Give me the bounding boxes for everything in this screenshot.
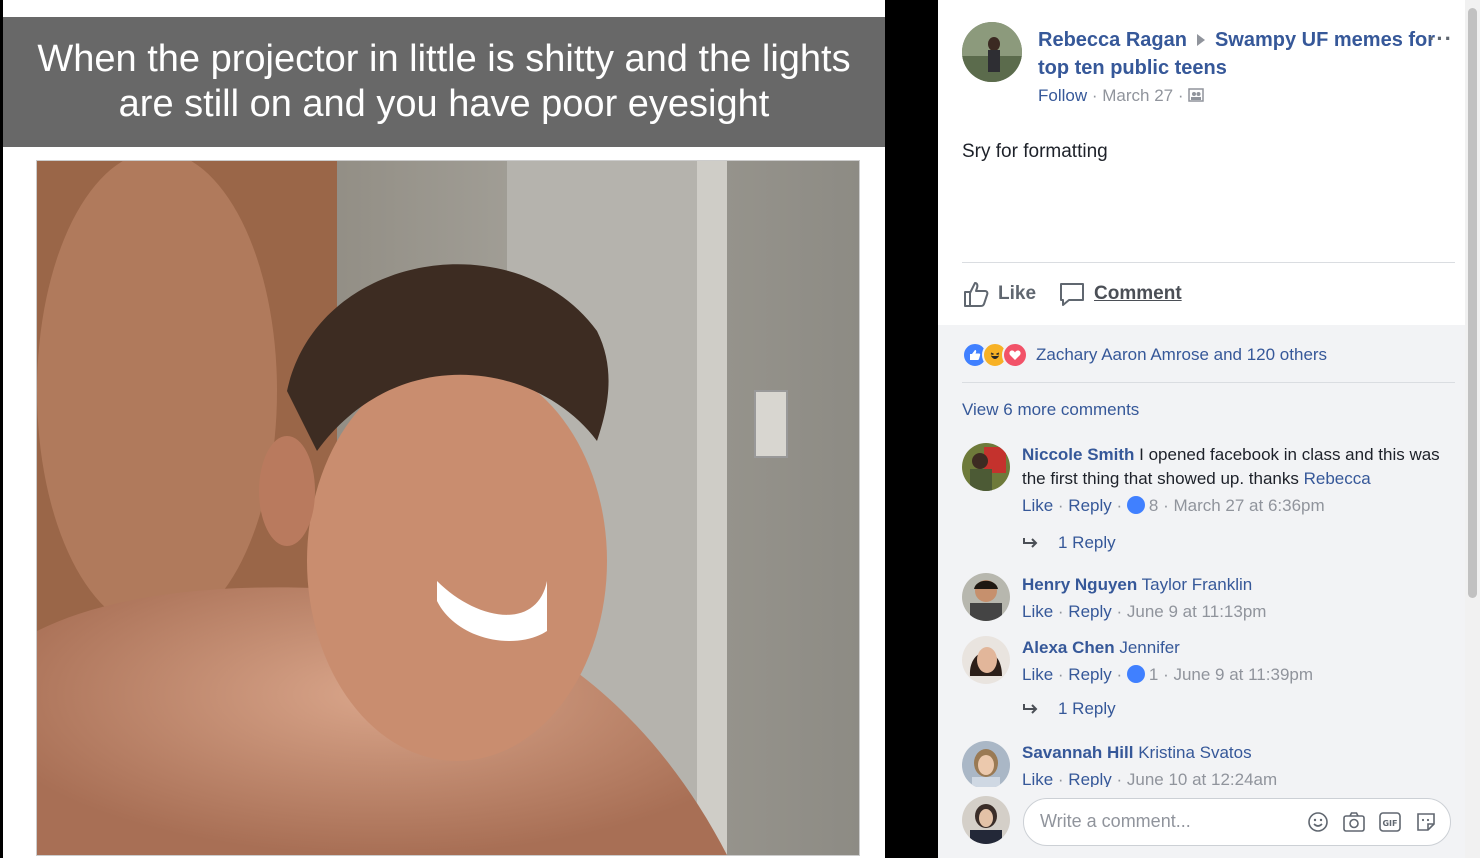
gif-icon[interactable]: GIF <box>1378 810 1402 834</box>
sticker-icon[interactable] <box>1414 810 1438 834</box>
reaction-summary-text: Zachary Aaron Amrose and 120 others <box>1036 345 1328 364</box>
svg-text:GIF: GIF <box>1382 819 1397 828</box>
view-more-comments-link[interactable]: View 6 more comments <box>962 400 1139 420</box>
comment-like-link[interactable]: Like <box>1022 665 1053 684</box>
comment-like-link[interactable]: Like <box>1022 770 1053 787</box>
comment-like-count[interactable]: 1 <box>1149 665 1158 684</box>
comment-label: Comment <box>1094 283 1182 304</box>
comment-button[interactable]: Comment <box>1058 280 1182 308</box>
comment-time[interactable]: June 10 at 12:24am <box>1127 770 1277 787</box>
comment-author[interactable]: Niccole Smith <box>1022 445 1134 464</box>
comment-tag[interactable]: Kristina Svatos <box>1138 743 1251 762</box>
comment-input[interactable] <box>1038 810 1302 833</box>
commenter-avatar[interactable] <box>962 741 1010 787</box>
author-avatar[interactable] <box>962 22 1022 82</box>
comment-reply-link[interactable]: Reply <box>1068 665 1111 684</box>
comment-meta: Like · Reply · June 9 at 11:13pm <box>1022 602 1267 621</box>
commenter-avatar[interactable] <box>962 573 1010 621</box>
camera-icon[interactable] <box>1342 810 1366 834</box>
more-options-icon[interactable]: ··· <box>1428 26 1453 52</box>
action-bar: Like Comment <box>962 274 1204 314</box>
comment-item: Alexa Chen Jennifer Like · Reply · 1 · J… <box>962 636 1432 736</box>
divider <box>962 262 1455 263</box>
comment-composer: GIF <box>962 796 1462 850</box>
post-meta: Follow · March 27 · <box>1038 86 1204 106</box>
comment-icon <box>1060 283 1085 306</box>
comment-tag[interactable]: Taylor Franklin <box>1142 575 1253 594</box>
love-reaction-icon <box>1002 342 1028 368</box>
replies-link[interactable]: 1 Reply <box>1022 533 1116 553</box>
like-count-icon <box>1126 495 1145 514</box>
comment-meta: Like · Reply · 1 · June 9 at 11:39pm <box>1022 664 1314 684</box>
comment-author[interactable]: Savannah Hill <box>1022 743 1133 762</box>
replies-count: 1 Reply <box>1058 533 1116 552</box>
emoji-icon[interactable] <box>1306 810 1330 834</box>
comment-time[interactable]: June 9 at 11:39pm <box>1173 665 1313 684</box>
replies-count: 1 Reply <box>1058 699 1116 718</box>
comment-author[interactable]: Henry Nguyen <box>1022 575 1137 594</box>
comment-like-count[interactable]: 8 <box>1149 496 1158 515</box>
commenter-avatar[interactable] <box>962 443 1010 491</box>
reply-arrow-icon <box>1023 538 1038 548</box>
meme-caption-line-2: are still on and you have poor eyesight <box>118 83 770 125</box>
scrollbar-thumb[interactable] <box>1468 8 1477 598</box>
like-button[interactable]: Like <box>962 280 1036 308</box>
group-audience-icon <box>1188 86 1204 105</box>
comment-reply-link[interactable]: Reply <box>1068 496 1111 515</box>
like-count-icon <box>1126 664 1145 683</box>
comment-like-link[interactable]: Like <box>1022 496 1053 515</box>
photo-viewer: When the projector in little is shitty a… <box>0 0 938 858</box>
comment-reply-link[interactable]: Reply <box>1068 770 1111 787</box>
author-name[interactable]: Rebecca Ragan <box>1038 29 1187 51</box>
thumbs-up-icon <box>964 282 989 307</box>
scrollbar[interactable] <box>1465 0 1480 858</box>
comment-tag[interactable]: Jennifer <box>1119 638 1179 657</box>
comment-input-box[interactable]: GIF <box>1023 798 1451 846</box>
comment-meta: Like · Reply · June 10 at 12:24am <box>1022 770 1278 787</box>
arrow-right-icon <box>1196 33 1205 46</box>
comment-item: Henry Nguyen Taylor Franklin Like · Repl… <box>962 573 1432 633</box>
commenter-avatar[interactable] <box>962 636 1010 684</box>
comment-time[interactable]: June 9 at 11:13pm <box>1127 602 1267 621</box>
comment-tag[interactable]: Rebecca <box>1304 469 1371 488</box>
meme-caption-line-1: When the projector in little is shitty a… <box>37 38 851 80</box>
divider <box>962 382 1455 383</box>
meme-image[interactable]: When the projector in little is shitty a… <box>3 0 885 858</box>
reply-arrow-icon <box>1023 704 1038 714</box>
follow-link[interactable]: Follow <box>1038 86 1087 105</box>
comments-section: Zachary Aaron Amrose and 120 others View… <box>938 325 1468 858</box>
comment-time[interactable]: March 27 at 6:36pm <box>1173 496 1324 515</box>
current-user-avatar <box>962 796 1010 844</box>
post-title: Rebecca Ragan Swampy UF memes for top ten… <box>1038 26 1442 82</box>
post-date[interactable]: March 27 <box>1102 86 1173 105</box>
reaction-summary[interactable]: Zachary Aaron Amrose and 120 others <box>962 342 1327 368</box>
comment-item: Niccole Smith I opened facebook in class… <box>962 443 1440 563</box>
post-sidebar: Rebecca Ragan Swampy UF memes for top ten… <box>938 0 1480 858</box>
post-text: Sry for formatting <box>962 141 1108 162</box>
like-label: Like <box>998 283 1037 304</box>
comment-reply-link[interactable]: Reply <box>1068 602 1111 621</box>
meme-photo <box>36 160 860 856</box>
meme-caption: When the projector in little is shitty a… <box>3 17 885 147</box>
comment-meta: Like · Reply · 8 · March 27 at 6:36pm <box>1022 495 1325 515</box>
comment-item: Savannah Hill Kristina Svatos Like · Rep… <box>962 741 1432 787</box>
comment-author[interactable]: Alexa Chen <box>1022 638 1115 657</box>
replies-link[interactable]: 1 Reply <box>1022 699 1116 719</box>
comment-like-link[interactable]: Like <box>1022 602 1053 621</box>
